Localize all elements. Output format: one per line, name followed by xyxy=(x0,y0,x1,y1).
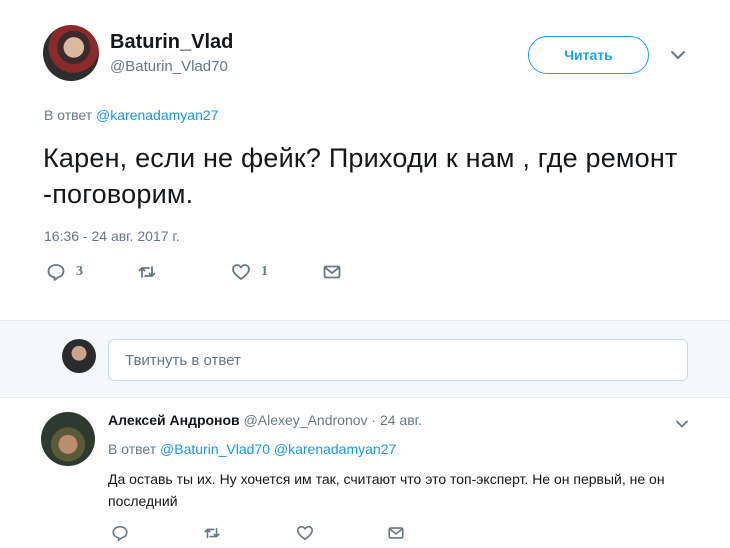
author-screen-name[interactable]: @Baturin_Vlad70 xyxy=(110,58,228,75)
reply-button[interactable] xyxy=(111,524,129,542)
chevron-down-icon[interactable] xyxy=(674,416,690,432)
reply-header: Алексей Андронов @Alexey_Andronov · 24 а… xyxy=(108,412,422,428)
chevron-down-icon[interactable] xyxy=(669,46,687,64)
direct-message-button[interactable] xyxy=(322,262,342,282)
like-button[interactable]: 1 xyxy=(231,262,268,282)
reply-author-handle-date[interactable]: @Alexey_Andronov · 24 авг. xyxy=(244,412,422,428)
reply-context: В ответ @karenadamyan27 xyxy=(44,107,218,123)
reply-context-mention[interactable]: @karenadamyan27 xyxy=(96,107,218,123)
reply-button[interactable]: 3 xyxy=(46,262,83,282)
like-button[interactable] xyxy=(296,524,314,542)
tweet-timestamp[interactable]: 16:36 - 24 авг. 2017 г. xyxy=(44,228,180,244)
reply-context-prefix: В ответ xyxy=(108,441,157,457)
reply-tweet[interactable]: Алексей Андронов @Alexey_Andronov · 24 а… xyxy=(0,398,730,548)
tweet-text: Карен, если не фейк? Приходи к нам , где… xyxy=(43,143,678,209)
reply-context-mentions[interactable]: @Baturin_Vlad70 @karenadamyan27 xyxy=(160,441,396,457)
direct-message-button[interactable] xyxy=(387,524,405,542)
reply-input[interactable]: Твитнуть в ответ xyxy=(108,339,688,381)
retweet-icon xyxy=(138,266,156,278)
reply-context-prefix: В ответ xyxy=(44,107,93,123)
heart-icon xyxy=(232,264,250,280)
author-display-name[interactable]: Baturin_Vlad xyxy=(110,31,233,54)
follow-button[interactable]: Читать xyxy=(528,36,649,74)
author-avatar[interactable] xyxy=(43,25,99,81)
envelope-icon xyxy=(388,527,404,539)
reply-author-name[interactable]: Алексей Андронов xyxy=(108,412,240,428)
reply-icon xyxy=(112,525,128,542)
reply-author-avatar[interactable] xyxy=(41,412,95,466)
like-count: 1 xyxy=(261,264,268,279)
retweet-button[interactable] xyxy=(203,524,221,542)
reply-count: 3 xyxy=(76,264,83,279)
retweet-icon xyxy=(204,527,220,539)
reply-actions xyxy=(0,524,730,546)
tweet-actions: 3 1 xyxy=(0,262,730,288)
reply-context: В ответ @Baturin_Vlad70 @karenadamyan27 xyxy=(108,441,396,457)
current-user-avatar xyxy=(62,339,96,373)
reply-icon xyxy=(47,264,65,281)
envelope-icon xyxy=(323,265,341,279)
main-tweet: Baturin_Vlad @Baturin_Vlad70 Читать В от… xyxy=(0,0,730,320)
heart-icon xyxy=(296,525,314,541)
reply-compose-bar: Твитнуть в ответ xyxy=(0,320,730,398)
reply-text: Да оставь ты их. Ну хочется им так, счит… xyxy=(108,471,665,509)
retweet-button[interactable] xyxy=(137,262,157,282)
